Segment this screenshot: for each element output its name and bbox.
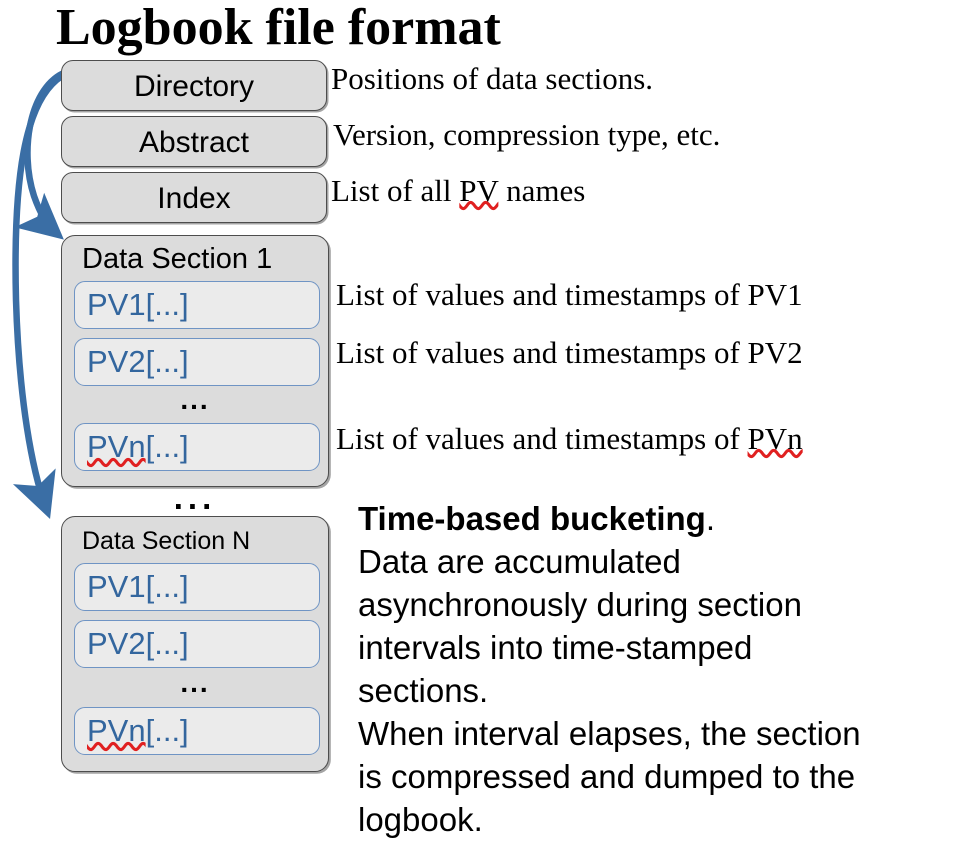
pv-box-section1-pvn-term: PVn [87, 429, 146, 464]
pv-box-sectionn-pv2[interactable]: PV2[...] [74, 620, 320, 668]
box-directory-label: Directory [133, 70, 254, 103]
box-abstract[interactable]: Abstract [61, 116, 327, 167]
data-section-1[interactable]: Data Section 1 PV1[...] PV2[...] ... PVn… [61, 235, 329, 487]
annotation-pv2: List of values and timestamps of PV2 [336, 335, 803, 370]
annotation-abstract: Version, compression type, etc. [333, 117, 721, 152]
data-section-n-title: Data Section N [82, 527, 251, 555]
sections-ellipsis: ... [173, 479, 217, 516]
bucketing-line: When interval elapses, the section [358, 715, 861, 752]
annotation-index: List of all PV names [331, 174, 585, 208]
page-title: Logbook file format [56, 0, 501, 56]
annotation-pv1: List of values and timestamps of PV1 [336, 277, 803, 312]
annotation-pvn-pre: List of values and timestamps of [336, 421, 748, 456]
pv-box-sectionn-pvn-label: PVn[...] [87, 713, 189, 749]
pv-box-section1-pvn-label: PVn[...] [87, 429, 189, 465]
annotation-directory: Positions of data sections. [331, 61, 654, 96]
pv-box-sectionn-pvn-suffix: [...] [145, 713, 189, 748]
box-index[interactable]: Index [61, 172, 327, 223]
pv-box-section1-pvn-suffix: [...] [145, 429, 189, 464]
pv-box-section1-pv2-label: PV2[...] [87, 344, 189, 379]
bucketing-lead: Time-based bucketing [358, 500, 706, 537]
annotation-pvn-term: PVn [747, 421, 803, 456]
box-abstract-label: Abstract [138, 126, 250, 159]
annotation-index-pre: List of all [331, 173, 460, 208]
data-section-1-title: Data Section 1 [82, 243, 273, 275]
bucketing-line: is compressed and dumped to the [358, 758, 856, 795]
bucketing-description: Time-based bucketing. Data are accumulat… [358, 497, 968, 841]
pv-box-section1-pv1[interactable]: PV1[...] [74, 281, 320, 329]
bucketing-lead-suffix: . [705, 500, 715, 537]
bucketing-lead-line: Time-based bucketing. [358, 497, 968, 540]
pv-box-sectionn-pv2-label: PV2[...] [87, 626, 189, 661]
bucketing-line: asynchronously during section [358, 586, 802, 623]
pv-box-sectionn-pv1[interactable]: PV1[...] [74, 563, 320, 611]
slide-canvas: Logbook file format Directory Abstract I… [0, 0, 968, 861]
bucketing-line: intervals into time-stamped [358, 629, 753, 666]
arrow-directory-to-section-n [12, 73, 64, 519]
pv-box-sectionn-pv1-label: PV1[...] [87, 569, 189, 604]
annotation-pvn: List of values and timestamps of PVn [336, 422, 803, 456]
pv-box-section1-pv1-label: PV1[...] [87, 287, 189, 322]
bucketing-line: sections. [358, 672, 489, 709]
bucketing-line: logbook. [358, 801, 483, 838]
box-directory[interactable]: Directory [61, 60, 327, 111]
box-index-label: Index [157, 182, 231, 215]
pv-box-section1-pvn[interactable]: PVn[...] [74, 423, 320, 471]
bucketing-line: Data are accumulated [358, 543, 681, 580]
sectionn-ellipsis: ... [180, 667, 210, 698]
pv-box-sectionn-pvn-term: PVn [87, 713, 146, 748]
annotation-index-term: PV [459, 173, 499, 208]
annotation-index-post: names [498, 173, 586, 208]
data-section-n[interactable]: Data Section N PV1[...] PV2[...] ... PVn… [61, 516, 329, 772]
pv-box-section1-pv2[interactable]: PV2[...] [74, 338, 320, 386]
pv-box-sectionn-pvn[interactable]: PVn[...] [74, 707, 320, 755]
section1-ellipsis: ... [180, 384, 210, 415]
